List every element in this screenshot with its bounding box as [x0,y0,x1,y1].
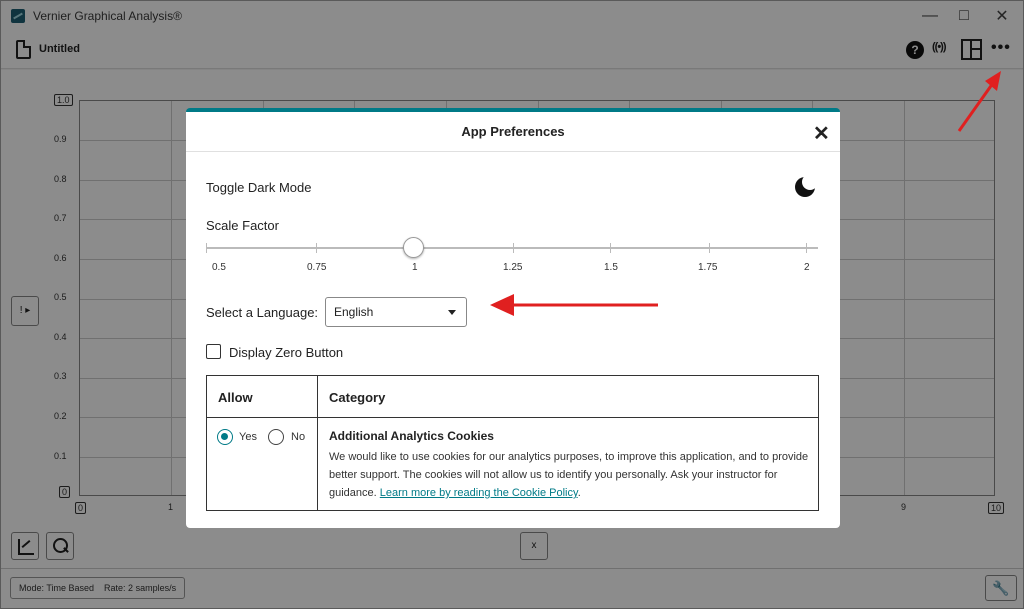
cookie-category-title: Additional Analytics Cookies [329,429,494,443]
scale-tick-label: 0.75 [307,262,327,273]
language-select-value: English [334,305,374,319]
scale-tick-label: 1.25 [503,262,523,273]
cookie-category-description: We would like to use cookies for our ana… [329,451,809,499]
language-label: Select a Language: [206,305,319,320]
scale-factor-label: Scale Factor [206,218,279,233]
scale-tick-label: 1.75 [698,262,718,273]
app-window: Vernier Graphical Analysis® — □ ✕ Untitl… [0,0,1024,609]
scale-factor-slider-thumb[interactable] [403,237,424,258]
scale-tick-label: 1.5 [604,262,618,273]
annotation-arrow [490,294,658,316]
allow-yes-radio[interactable] [217,429,233,445]
scale-tick-label: 1 [412,262,418,273]
language-select[interactable]: English [325,297,467,327]
table-header-category: Category [329,390,386,405]
cookie-consent-table: Allow Category Yes No Additional Analyti… [206,375,819,511]
allow-no-radio[interactable] [268,429,284,445]
display-zero-button-label[interactable]: Display Zero Button [229,345,343,360]
cookie-policy-link[interactable]: Learn more by reading the Cookie Policy [380,487,578,499]
dialog-close-button[interactable]: ✕ [813,121,830,146]
display-zero-button-checkbox[interactable] [206,344,221,359]
dialog-header: App Preferences ✕ [186,112,840,152]
table-header-allow: Allow [218,390,253,405]
scale-tick-label: 0.5 [212,262,226,273]
moon-icon[interactable] [795,174,818,197]
scale-tick-label: 2 [804,262,810,273]
allow-no-label[interactable]: No [291,431,305,443]
allow-yes-label[interactable]: Yes [239,431,257,443]
scale-factor-slider[interactable] [206,247,818,249]
dialog-title: App Preferences [461,124,565,139]
dark-mode-label: Toggle Dark Mode [206,180,312,195]
annotation-arrow [957,71,1001,132]
